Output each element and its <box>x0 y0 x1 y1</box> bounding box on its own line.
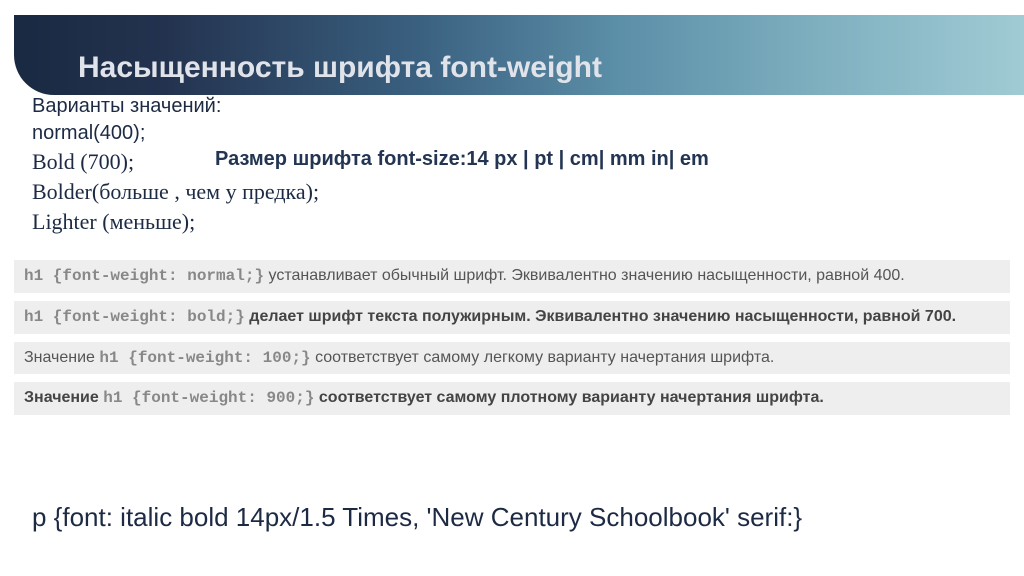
variant-normal: normal(400); <box>32 122 319 145</box>
example-text: соответствует самому плотному варианту н… <box>314 389 823 406</box>
example-text: делает шрифт текста полужирным. Эквивале… <box>245 308 956 325</box>
example-row: h1 {font-weight: bold;} делает шрифт тек… <box>14 301 1010 334</box>
example-row: Значение h1 {font-weight: 900;} соответс… <box>14 382 1010 415</box>
example-code: h1 {font-weight: normal;} <box>24 267 264 285</box>
examples-list: h1 {font-weight: normal;} устанавливает … <box>14 260 1010 423</box>
slide-title: Насыщенность шрифта font-weight <box>78 51 602 85</box>
example-row: Значение h1 {font-weight: 100;} соответс… <box>14 342 1010 375</box>
example-row: h1 {font-weight: normal;} устанавливает … <box>14 260 1010 293</box>
variant-bolder: Bolder(больше , чем у предка); <box>32 179 319 205</box>
example-code: h1 {font-weight: 100;} <box>99 349 310 367</box>
slide-header: Насыщенность шрифта font-weight <box>14 15 1024 95</box>
example-lead: Значение <box>24 389 103 406</box>
example-code: h1 {font-weight: bold;} <box>24 308 245 326</box>
example-lead: Значение <box>24 349 99 366</box>
font-size-note: Размер шрифта font-size:14 px | pt | cm|… <box>215 148 709 171</box>
variants-heading: Варианты значений: <box>32 95 319 118</box>
example-code: h1 {font-weight: 900;} <box>103 389 314 407</box>
example-text: соответствует самому легкому варианту на… <box>311 349 775 366</box>
variant-lighter: Lighter (меньше); <box>32 209 319 235</box>
font-shorthand-example: p {font: italic bold 14px/1.5 Times, 'Ne… <box>32 502 994 533</box>
example-text: устанавливает обычный шрифт. Эквивалентн… <box>264 267 905 284</box>
